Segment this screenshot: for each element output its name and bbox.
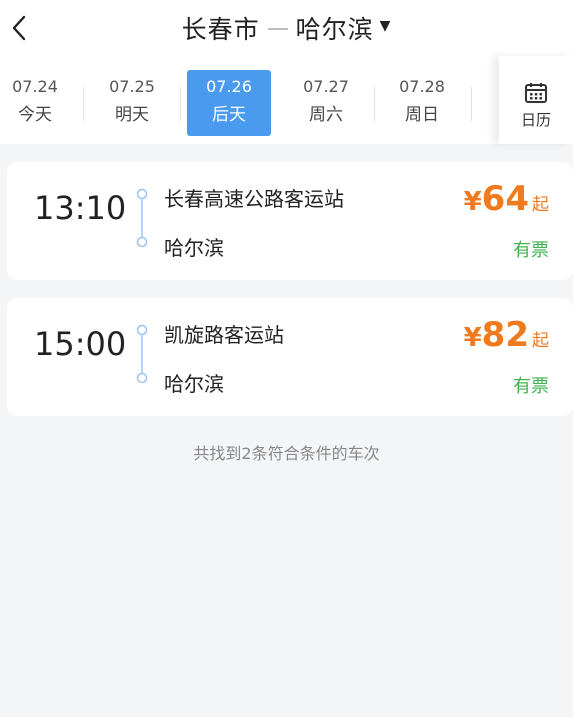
divider <box>374 87 375 121</box>
trip-card[interactable]: 13:10 长春高速公路客运站 哈尔滨 ¥ 64 起 有票 <box>7 162 573 280</box>
arrival-station: 哈尔滨 <box>164 236 224 260</box>
calendar-icon <box>525 83 547 103</box>
departure-time: 13:10 <box>34 189 127 227</box>
date-tab-date: 07.26 <box>206 77 252 96</box>
availability-status: 有票 <box>513 376 549 397</box>
date-tab-date: 07.27 <box>303 77 349 96</box>
departure-station: 长春高速公路客运站 <box>164 187 344 211</box>
date-tab-weekday: 周日 <box>405 105 439 125</box>
date-tab-date: 07.25 <box>109 77 155 96</box>
calendar-label: 日历 <box>520 111 551 129</box>
destination-city: 哈尔滨 <box>295 15 374 44</box>
date-tab[interactable]: 07.24 今天 <box>0 70 77 136</box>
price-amount: 82 <box>481 315 529 355</box>
date-tab[interactable]: 07.27 周六 <box>284 70 368 136</box>
price-suffix: 起 <box>532 331 549 351</box>
caret-down-icon: ▼ <box>379 18 392 34</box>
price-suffix: 起 <box>532 195 549 215</box>
route-timeline-icon <box>136 325 148 383</box>
divider <box>471 87 472 121</box>
departure-station: 凯旋路客运站 <box>164 323 284 347</box>
route-separator <box>267 28 288 30</box>
results-summary: 共找到2条符合条件的车次 <box>193 444 380 463</box>
date-tab[interactable]: 07.25 明天 <box>90 70 174 136</box>
ticket-price: ¥ 82 起 <box>464 315 549 355</box>
ticket-price: ¥ 64 起 <box>464 179 549 219</box>
date-tab-weekday: 周六 <box>309 105 343 125</box>
date-tab-selected[interactable]: 07.26 后天 <box>187 70 271 136</box>
date-tab-weekday: 后天 <box>212 105 246 125</box>
currency-symbol: ¥ <box>463 187 482 217</box>
divider <box>180 87 181 121</box>
date-tab-weekday: 明天 <box>115 105 149 125</box>
trip-card[interactable]: 15:00 凯旋路客运站 哈尔滨 ¥ 82 起 有票 <box>7 298 573 416</box>
divider <box>83 87 84 121</box>
date-selector-bar: 07.24 今天 07.25 明天 07.26 后天 07.27 周六 07.2… <box>0 56 573 144</box>
route-selector[interactable]: 长春市 哈尔滨 ▼ <box>0 8 573 48</box>
price-amount: 64 <box>481 179 529 219</box>
date-tab-weekday: 今天 <box>18 105 52 125</box>
arrival-station: 哈尔滨 <box>164 372 224 396</box>
date-tab[interactable]: 07.28 周日 <box>380 70 464 136</box>
calendar-button[interactable]: 日历 <box>499 56 573 144</box>
availability-status: 有票 <box>513 240 549 261</box>
currency-symbol: ¥ <box>463 323 482 353</box>
date-tab-date: 07.24 <box>12 77 58 96</box>
route-timeline-icon <box>136 189 148 247</box>
top-nav-bar: 长春市 哈尔滨 ▼ <box>0 0 573 56</box>
departure-time: 15:00 <box>34 325 127 363</box>
date-tab-date: 07.28 <box>399 77 445 96</box>
origin-city: 长春市 <box>181 15 260 44</box>
